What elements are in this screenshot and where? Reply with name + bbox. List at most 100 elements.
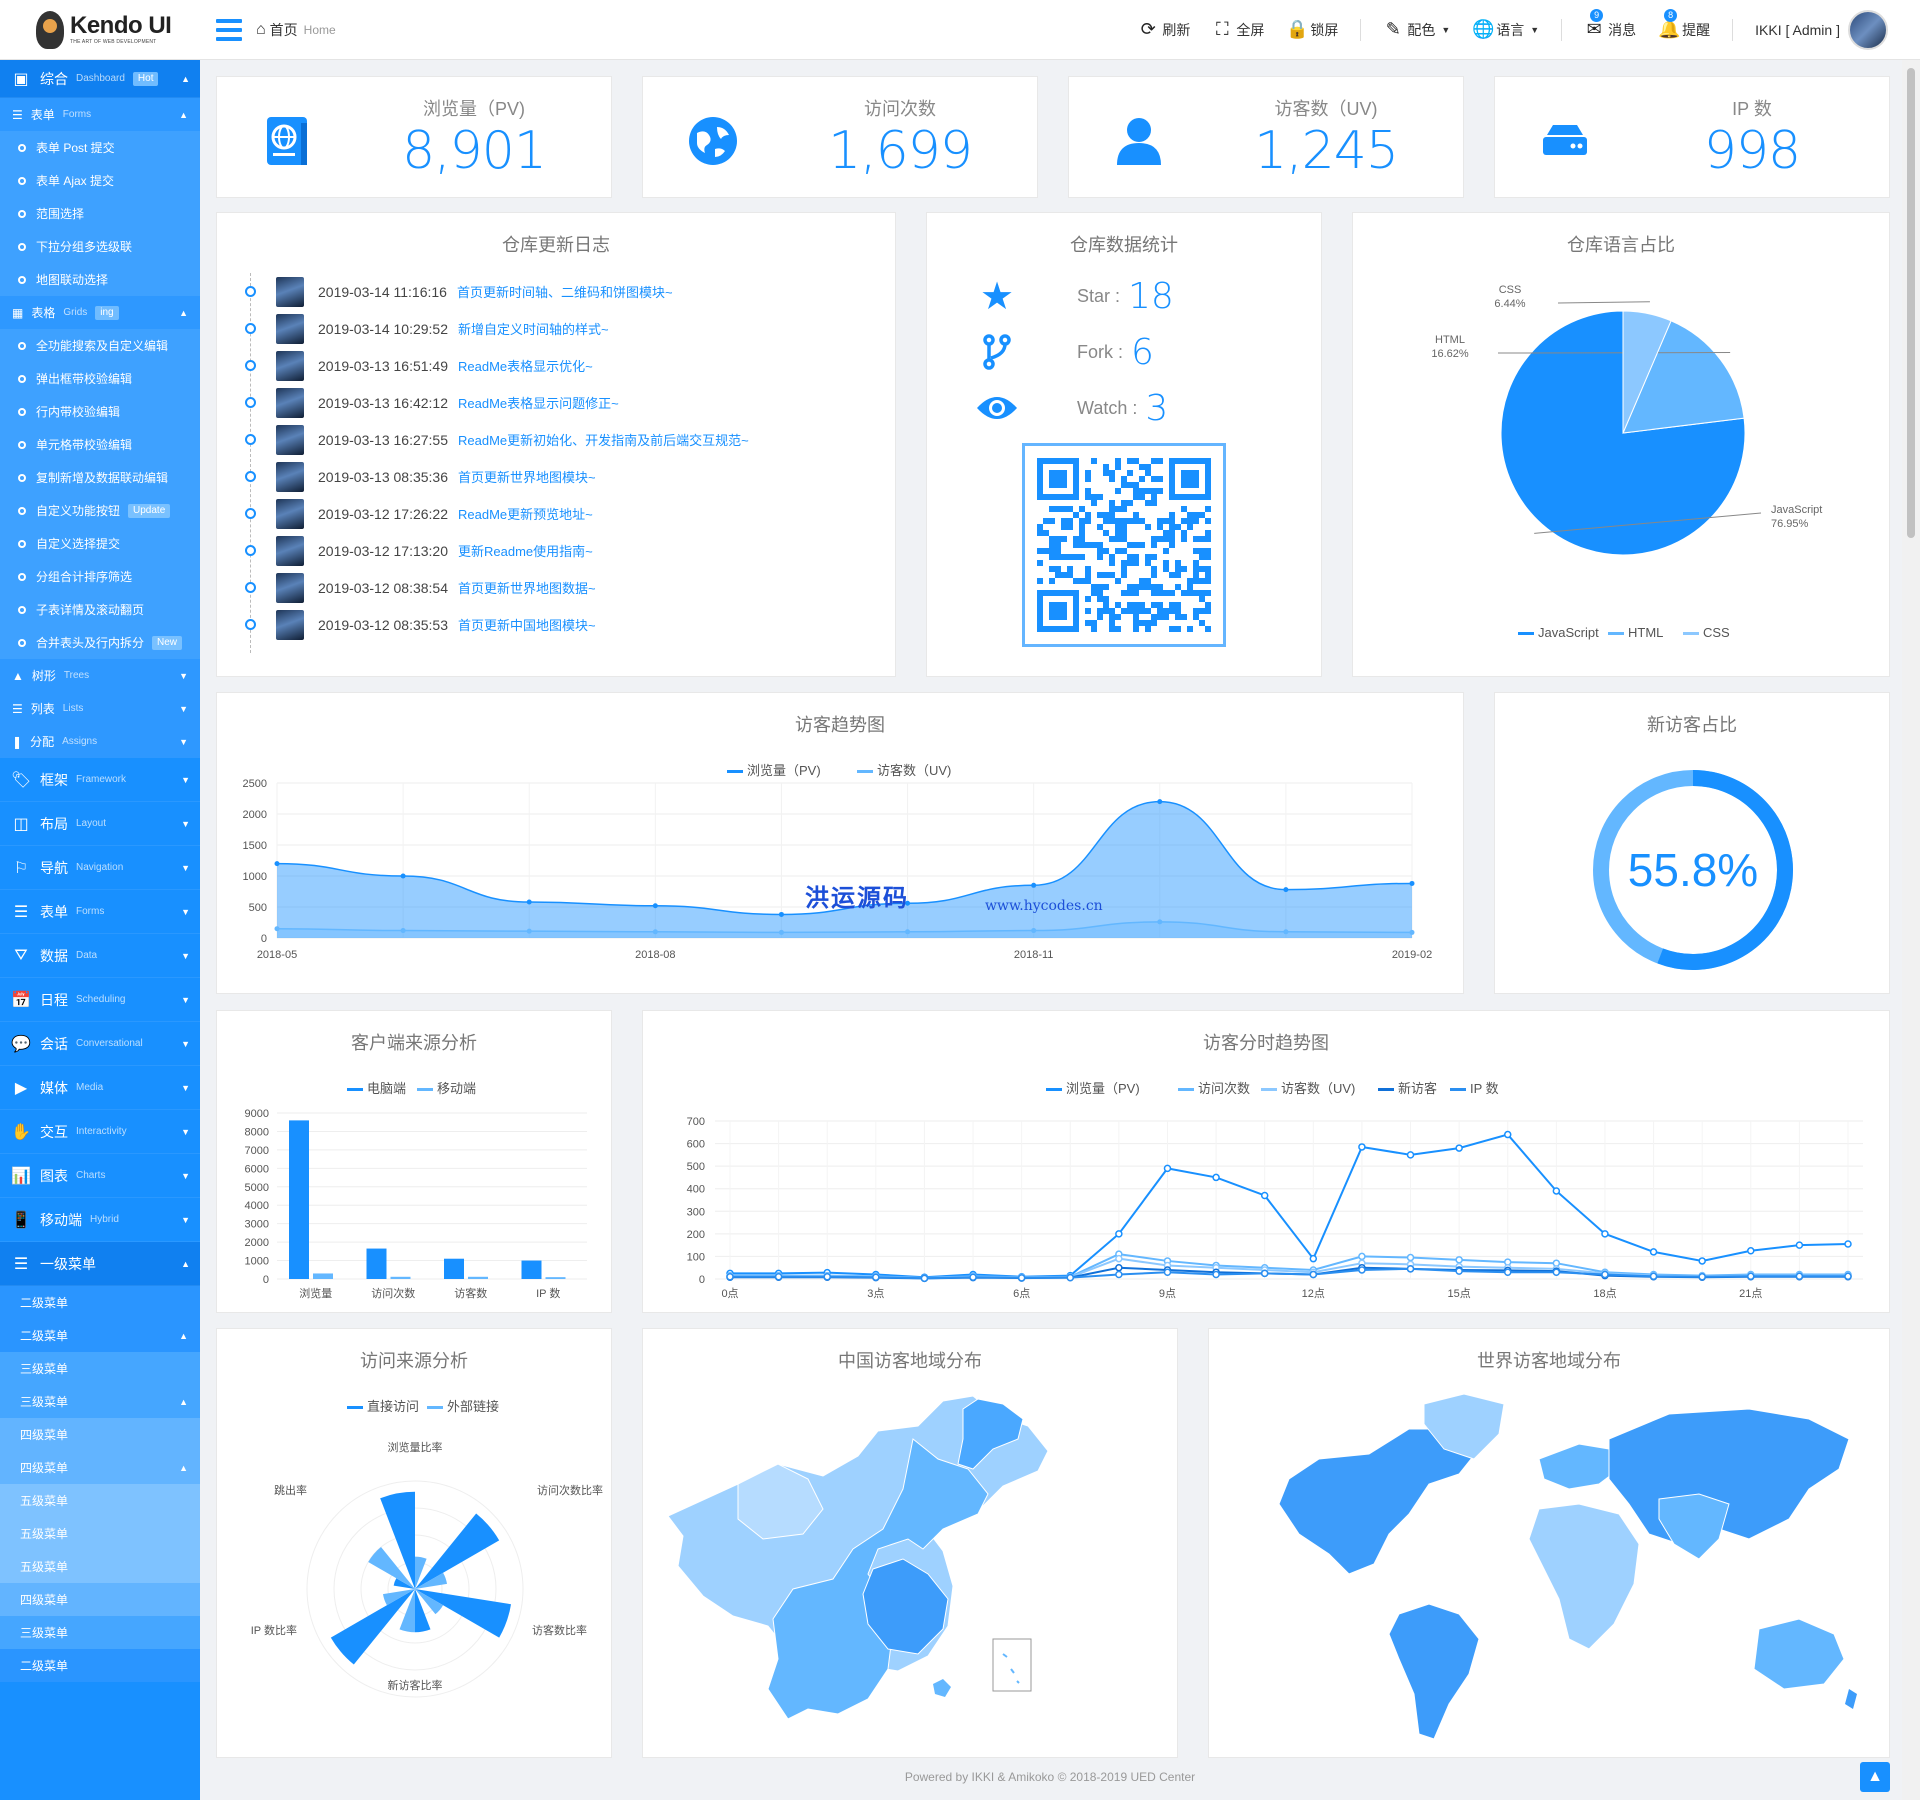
sidebar-level4-item[interactable]: 四级菜单 ▲	[0, 1451, 200, 1484]
sidebar-subitem[interactable]: 自定义选择提交	[0, 527, 200, 560]
sidebar-item-interactivity[interactable]: ✋ 交互 Interactivity ▼	[0, 1110, 200, 1154]
entry-message-link[interactable]: 首页更新中国地图模块~	[458, 615, 596, 634]
data-point	[1649, 1272, 1658, 1281]
lock-button[interactable]: 🔒 锁屏	[1286, 19, 1338, 40]
scrollbar-thumb[interactable]	[1907, 68, 1915, 538]
qr-module	[1103, 608, 1109, 614]
entry-message-link[interactable]: ReadMe更新预览地址~	[458, 504, 593, 523]
sidebar-level4-item[interactable]: 四级菜单	[0, 1418, 200, 1451]
entry-message-link[interactable]: ReadMe更新初始化、开发指南及前后端交互规范~	[458, 430, 749, 449]
sidebar-subitem[interactable]: 复制新增及数据联动编辑	[0, 461, 200, 494]
sidebar-level5-item[interactable]: 五级菜单	[0, 1484, 200, 1517]
entry-message-link[interactable]: 首页更新世界地图模块~	[458, 467, 596, 486]
logo[interactable]: Kendo UI THE ART OF WEB DEVELOPMENT	[0, 0, 200, 60]
sidebar-item-hybrid[interactable]: 📱 移动端 Hybrid ▼	[0, 1198, 200, 1242]
sidebar-level3-item[interactable]: 三级菜单	[0, 1352, 200, 1385]
sidebar-group-lists[interactable]: ☰ 列表 Lists ▼	[0, 692, 200, 725]
caret-down-icon: ▼	[1530, 24, 1540, 35]
sidebar-level2-item[interactable]: 二级菜单	[0, 1649, 200, 1682]
sidebar-item-media[interactable]: ▶ 媒体 Media ▼	[0, 1066, 200, 1110]
qr-module	[1181, 518, 1187, 524]
avatar[interactable]	[1848, 9, 1888, 50]
fullscreen-button[interactable]: ⛶ 全屏	[1212, 19, 1264, 40]
bar-0	[521, 1260, 542, 1279]
sidebar-subitem[interactable]: 下拉分组多选级联	[0, 230, 200, 263]
qr-module	[1151, 566, 1157, 572]
sidebar-item-label: 下拉分组多选级联	[36, 240, 133, 254]
sidebar-group-grids[interactable]: ▦ 表格 Grids ing ▲	[0, 296, 200, 329]
qr-module	[1169, 608, 1175, 614]
sidebar-group-assigns[interactable]: ❚ 分配 Assigns ▼	[0, 725, 200, 758]
data-point	[1406, 1151, 1415, 1159]
qr-module	[1127, 602, 1133, 608]
qr-module	[1103, 530, 1109, 536]
sidebar-level5-item[interactable]: 五级菜单	[0, 1517, 200, 1550]
stat-value: 1,245	[1254, 121, 1399, 181]
qr-module	[1205, 566, 1211, 572]
sidebar-subitem[interactable]: 自定义功能按钮 Update	[0, 494, 200, 527]
qr-module	[1109, 620, 1115, 626]
sidebar-item-scheduling[interactable]: 📅 日程 Scheduling ▼	[0, 978, 200, 1022]
avatar	[276, 276, 304, 307]
circle-icon	[18, 638, 26, 647]
sidebar-level2-item[interactable]: 二级菜单 ▲	[0, 1319, 200, 1352]
qr-module	[1115, 530, 1121, 536]
qr-module	[1115, 518, 1121, 524]
qr-module	[1133, 542, 1139, 548]
reminders-button[interactable]: 🔔 8 提醒	[1658, 9, 1710, 40]
sidebar-subitem[interactable]: 子表详情及滚动翻页	[0, 593, 200, 626]
polar-category-label: 浏览量比率	[388, 1440, 443, 1454]
scrollbar[interactable]	[1902, 60, 1920, 1800]
sidebar-level5-item[interactable]: 五级菜单	[0, 1550, 200, 1583]
qr-module	[1109, 470, 1115, 476]
sidebar-item-forms[interactable]: ☰ 表单 Forms ▼	[0, 890, 200, 934]
sidebar-group-forms[interactable]: ☰ 表单 Forms ▲	[0, 98, 200, 131]
sidebar-level3-item[interactable]: 三级菜单 ▲	[0, 1385, 200, 1418]
sidebar-subitem[interactable]: 范围选择	[0, 197, 200, 230]
sidebar-subitem[interactable]: 分组合计排序筛选	[0, 560, 200, 593]
back-to-top-button[interactable]: ▲	[1860, 1762, 1890, 1792]
sidebar-subitem[interactable]: 表单 Ajax 提交	[0, 164, 200, 197]
sidebar-level2-item[interactable]: 二级菜单	[0, 1286, 200, 1319]
sidebar-item-charts[interactable]: 📊 图表 Charts ▼	[0, 1154, 200, 1198]
stat-value: 998	[1703, 121, 1801, 181]
y-tick-label: 500	[249, 902, 267, 914]
user-menu[interactable]: IKKI [ Admin ]	[1755, 9, 1888, 50]
sidebar-item-data[interactable]: ⛛ 数据 Data ▼	[0, 934, 200, 978]
sidebar-subitem[interactable]: 地图联动选择	[0, 263, 200, 296]
sidebar-item-framework[interactable]: 🏷 框架 Framework ▼	[0, 758, 200, 802]
menu-toggle-icon[interactable]	[216, 18, 242, 41]
messages-button[interactable]: ✉ 9 消息	[1584, 9, 1636, 40]
sidebar-subitem[interactable]: 合并表头及行内拆分 New	[0, 626, 200, 659]
entry-message-link[interactable]: 首页更新世界地图数据~	[458, 578, 596, 597]
entry-message-link[interactable]: 首页更新时间轴、二维码和饼图模块~	[457, 282, 673, 301]
language-dropdown[interactable]: 🌐 语言 ▼	[1472, 19, 1539, 40]
sidebar-subitem[interactable]: 表单 Post 提交	[0, 131, 200, 164]
sidebar-group-trees[interactable]: ▲ 树形 Trees ▼	[0, 659, 200, 692]
legend-label: 浏览量（PV)	[1066, 1081, 1140, 1096]
entry-time: 2019-03-12 17:13:20	[318, 542, 448, 559]
entry-message-link[interactable]: 新增自定义时间轴的样式~	[458, 319, 609, 338]
sidebar-item-navigation[interactable]: ⚐ 导航 Navigation ▼	[0, 846, 200, 890]
sidebar-subitem[interactable]: 单元格带校验编辑	[0, 428, 200, 461]
timeline-dot	[245, 360, 256, 371]
sidebar-level4-item[interactable]: 四级菜单	[0, 1583, 200, 1616]
entry-message-link[interactable]: ReadMe表格显示优化~	[458, 356, 593, 375]
sidebar-subitem[interactable]: 行内带校验编辑	[0, 395, 200, 428]
refresh-button[interactable]: ⟳ 刷新	[1138, 19, 1191, 40]
sidebar-level3-item[interactable]: 三级菜单	[0, 1616, 200, 1649]
timeline-dot	[245, 323, 256, 334]
sidebar-subitem[interactable]: 弹出框带校验编辑	[0, 362, 200, 395]
qr-module	[1049, 554, 1055, 560]
sidebar-subitem[interactable]: 全功能搜索及自定义编辑	[0, 329, 200, 362]
breadcrumb-home[interactable]: 首页	[270, 20, 298, 40]
sidebar-item-level1[interactable]: ☰ 一级菜单 ▲	[0, 1242, 200, 1286]
theme-dropdown[interactable]: ✎ 配色 ▼	[1383, 19, 1450, 40]
sidebar-item-conversational[interactable]: 💬 会话 Conversational ▼	[0, 1022, 200, 1066]
sidebar-item-en: Media	[76, 1082, 104, 1093]
entry-message-link[interactable]: ReadMe表格显示问题修正~	[458, 393, 619, 412]
sidebar-item-dashboard[interactable]: ▣ 综合 Dashboard Hot ▲	[0, 60, 200, 98]
sidebar-item-layout[interactable]: ◫ 布局 Layout ▼	[0, 802, 200, 846]
entry-message-link[interactable]: 更新Readme使用指南~	[458, 541, 593, 560]
envelope-icon: ✉	[1586, 19, 1602, 39]
